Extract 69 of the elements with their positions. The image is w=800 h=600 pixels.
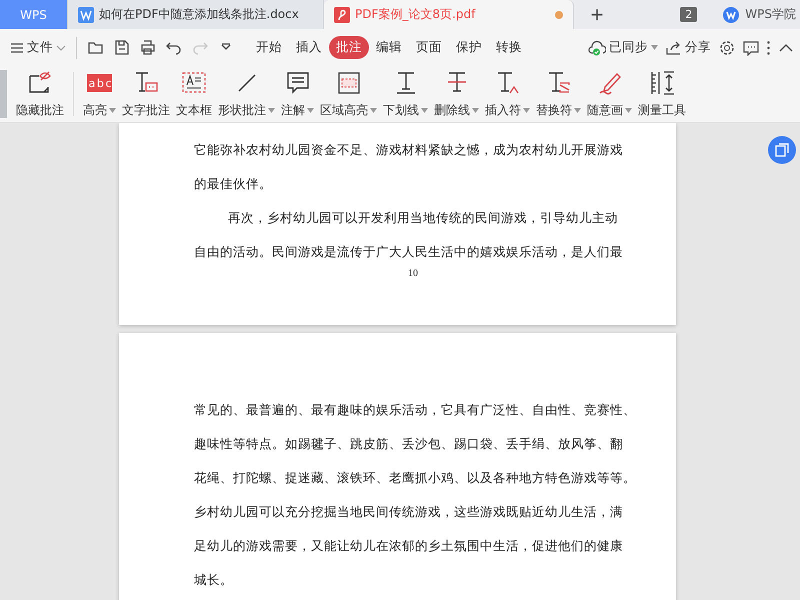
academy-button[interactable]: WPS学院 bbox=[719, 0, 800, 29]
annotation-tool-button[interactable]: abc 高亮 bbox=[80, 68, 119, 120]
caret-icon bbox=[472, 108, 479, 112]
window-count: 2 bbox=[680, 7, 698, 22]
document-icon bbox=[334, 6, 350, 22]
file-menu[interactable]: 文件 bbox=[6, 36, 70, 59]
new-tab-button[interactable]: + bbox=[574, 0, 620, 29]
text-line: 的最佳伙伴。 bbox=[194, 175, 273, 193]
side-panel-button[interactable] bbox=[768, 136, 796, 164]
panel-handle[interactable] bbox=[0, 70, 7, 118]
caret-icon bbox=[523, 108, 530, 112]
annotation-tool-button[interactable]: 随意画 bbox=[584, 68, 635, 120]
annotation-tool-button[interactable]: 隐藏批注 bbox=[13, 68, 67, 120]
text-line: 城长。 bbox=[194, 571, 234, 589]
text-line: 足幼儿的游戏需要，又能让幼儿在浓郁的乡土氛围中生活，促进他们的健康 bbox=[194, 537, 624, 555]
menu-icon bbox=[10, 42, 24, 54]
text-line: 花绳、打陀螺、捉迷藏、滚铁环、老鹰抓小鸡、以及各种地方特色游戏等等。 bbox=[194, 469, 632, 487]
caret-icon bbox=[574, 108, 581, 112]
caret-icon bbox=[651, 45, 658, 50]
annotation-tool-button[interactable]: 插入符 bbox=[482, 68, 533, 120]
annotation-tool-button[interactable]: 文字批注 bbox=[119, 68, 173, 120]
annotation-tool-button[interactable]: 测量工具 bbox=[635, 68, 689, 120]
area-highlight-icon bbox=[336, 70, 362, 96]
text-line: 常见的、最普遍的、最有趣味的娱乐活动，它具有广泛性、自由性、竞赛性、 bbox=[194, 401, 632, 419]
copy-icon bbox=[775, 143, 789, 157]
annotation-tool-button[interactable]: 替换符 bbox=[533, 68, 584, 120]
speech-bubble-icon bbox=[743, 40, 759, 56]
share-icon bbox=[666, 40, 682, 55]
annotation-tool-button[interactable]: 下划线 bbox=[380, 68, 431, 120]
ruler-icon bbox=[649, 70, 675, 96]
annotation-tool-button[interactable]: 形状批注 bbox=[215, 68, 278, 120]
document-tab[interactable]: 如何在PDF中随意添加线条批注.docx bbox=[68, 0, 324, 29]
page-number: 10 bbox=[407, 269, 419, 279]
share-button[interactable]: 分享 bbox=[662, 36, 715, 59]
save-icon bbox=[113, 39, 131, 56]
cloud-check-icon bbox=[588, 40, 606, 56]
caret-icon bbox=[109, 108, 116, 112]
text-line: 自由的活动。民间游戏是流传于广大人民生活中的嬉戏娱乐活动，是人们最 bbox=[194, 243, 624, 261]
annotation-tool-button[interactable]: 区域高亮 bbox=[317, 68, 380, 120]
text-line: 乡村幼儿园可以充分挖掘当地民间传统游戏，这些游戏既贴近幼儿生活，满 bbox=[194, 503, 624, 521]
annotation-tool-button[interactable]: 删除线 bbox=[431, 68, 482, 120]
print-icon bbox=[139, 39, 157, 56]
text-line: 趣味性等特点。如踢毽子、跳皮筋、丢沙包、踢口袋、丢手绢、放风筝、翻 bbox=[194, 435, 624, 453]
annotation-tool-button[interactable]: 注解 bbox=[278, 68, 317, 120]
ribbon-tab[interactable]: 批注 bbox=[329, 36, 369, 59]
note-eye-icon bbox=[27, 70, 53, 96]
ribbon-tab[interactable]: 编辑 bbox=[369, 36, 409, 59]
more-icon bbox=[767, 40, 770, 54]
ribbon-tab[interactable]: 转换 bbox=[489, 36, 529, 59]
logo-icon bbox=[723, 6, 740, 22]
document-icon bbox=[78, 6, 94, 22]
text-box-icon bbox=[181, 70, 207, 96]
caret-icon bbox=[370, 108, 377, 112]
ribbon-tab[interactable]: 页面 bbox=[409, 36, 449, 59]
text-line: 再次，乡村幼儿园可以开发利用当地传统的民间游戏，引导幼儿主动 bbox=[227, 209, 619, 227]
unsaved-dot bbox=[555, 10, 563, 18]
sync-button[interactable]: 已同步 bbox=[584, 36, 662, 59]
chevron-down-icon bbox=[56, 44, 66, 50]
caret-icon bbox=[268, 108, 275, 112]
caret-icon bbox=[421, 108, 428, 112]
ribbon-tab[interactable]: 开始 bbox=[249, 36, 289, 59]
text-line: 它能弥补农村幼儿园资金不足、游戏材料紧缺之憾，成为农村幼儿开展游戏 bbox=[194, 141, 624, 159]
settings-icon bbox=[719, 40, 735, 56]
speech-bubble-icon bbox=[284, 70, 310, 96]
caret-icon bbox=[625, 108, 632, 112]
ribbon-tab[interactable]: 保护 bbox=[449, 36, 489, 59]
annotation-tool-button[interactable]: 文本框 bbox=[173, 68, 215, 120]
caret-icon bbox=[307, 108, 314, 112]
ribbon-tab[interactable]: 插入 bbox=[289, 36, 329, 59]
